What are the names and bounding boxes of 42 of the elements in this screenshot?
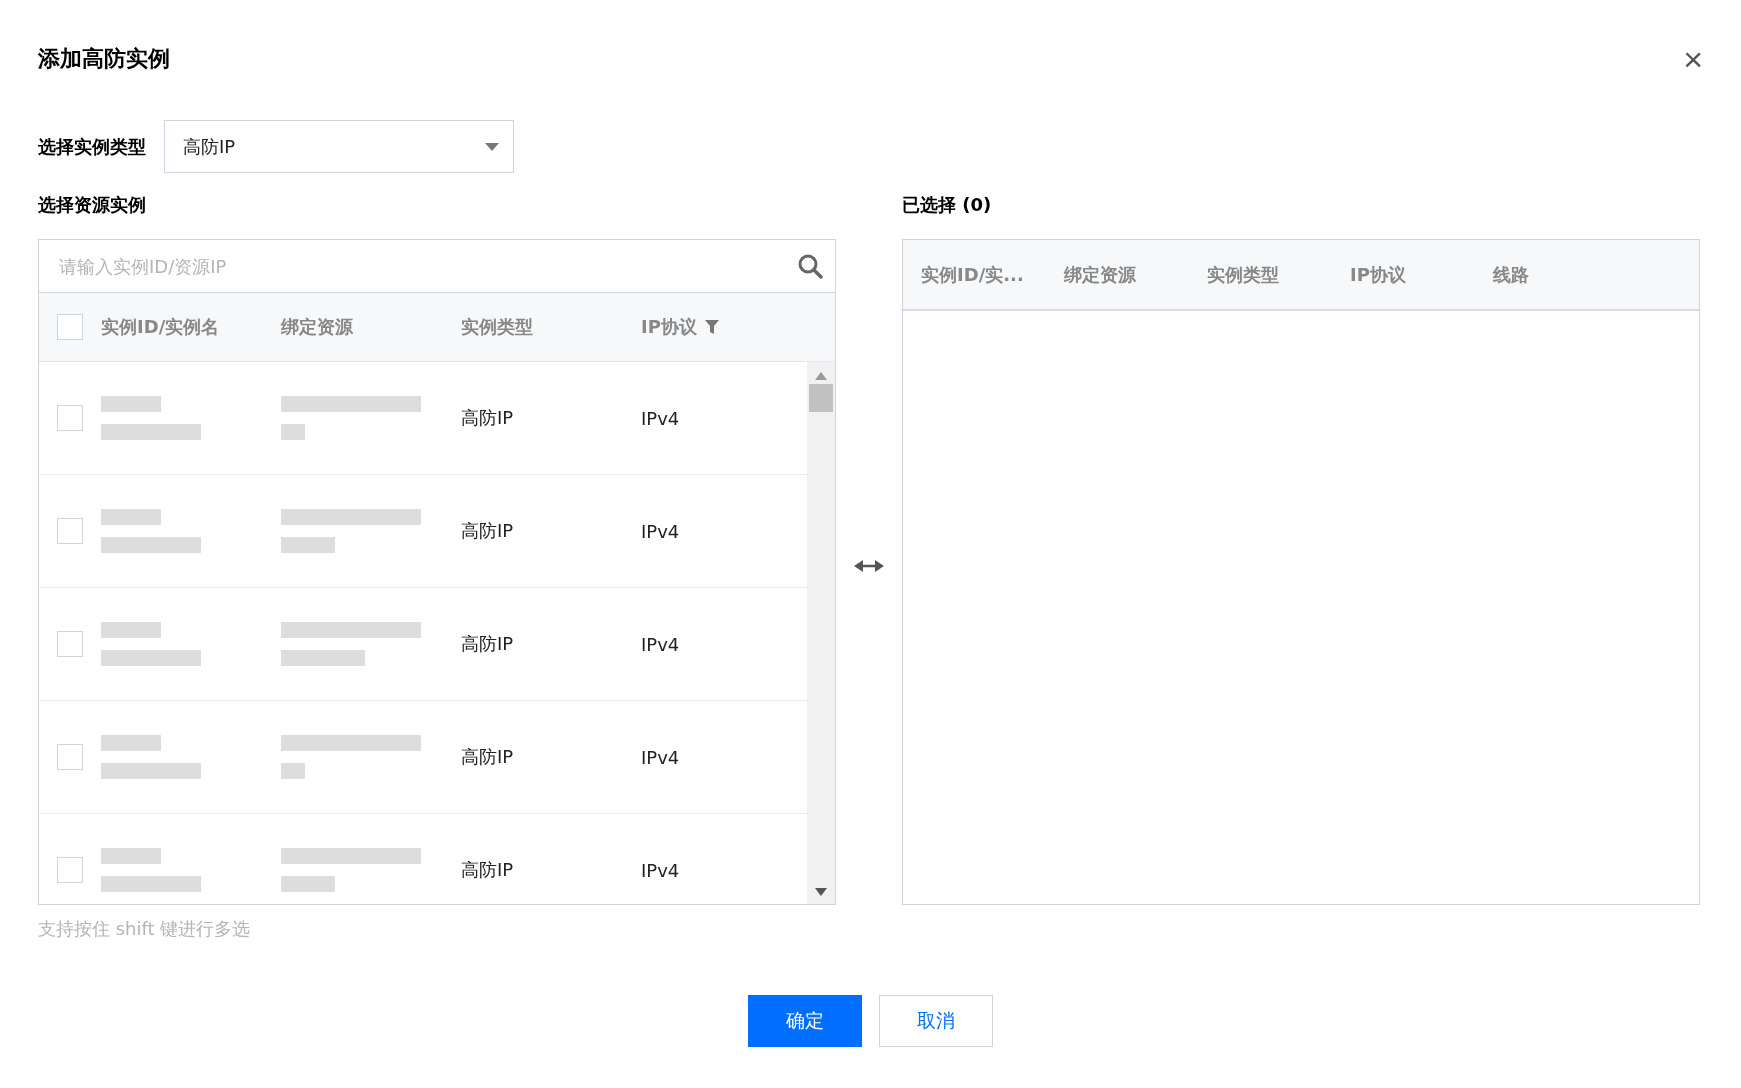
instance-type-dropdown[interactable]: 高防IP xyxy=(164,120,514,173)
filter-icon[interactable] xyxy=(704,320,719,334)
search-icon[interactable] xyxy=(797,253,823,279)
column-header[interactable]: 实例类型 xyxy=(461,315,641,339)
table-cell-text: 高防IP xyxy=(461,519,515,543)
row-checkbox[interactable] xyxy=(57,631,83,657)
row-checkbox[interactable] xyxy=(57,857,83,883)
column-header[interactable]: 实例ID/实例名 xyxy=(101,315,281,339)
cancel-button[interactable]: 取消 xyxy=(879,995,993,1047)
table-cell-text: IPv4 xyxy=(641,746,681,768)
confirm-button[interactable]: 确定 xyxy=(748,995,862,1047)
column-header: 绑定资源 xyxy=(1064,262,1137,287)
hint-text: 支持按住 shift 键进行多选 xyxy=(38,917,252,941)
column-header[interactable]: 绑定资源 xyxy=(281,315,461,339)
column-header: 线路 xyxy=(1493,262,1530,287)
row-checkbox[interactable] xyxy=(57,744,83,770)
column-header: 实例类型 xyxy=(1207,262,1280,287)
scrollbar-thumb[interactable] xyxy=(809,384,833,412)
scroll-down-icon[interactable] xyxy=(815,888,827,896)
table-cell-text: 高防IP xyxy=(461,858,515,882)
close-button[interactable]: × xyxy=(1683,42,1703,76)
row-checkbox[interactable] xyxy=(57,518,83,544)
table-cell-text: 高防IP xyxy=(461,632,515,656)
scroll-up-icon[interactable] xyxy=(815,372,827,380)
section-title: 选择资源实例 xyxy=(38,193,147,217)
section-title: 已选择 (0) xyxy=(902,193,993,217)
select-all-checkbox[interactable] xyxy=(57,314,83,340)
scrollbar[interactable] xyxy=(807,362,835,904)
table-cell-text: 高防IP xyxy=(461,406,515,430)
table-cell-text: IPv4 xyxy=(641,520,681,542)
column-header: IP协议 xyxy=(1350,262,1407,287)
table-cell-text: IPv4 xyxy=(641,633,681,655)
table-cell-text: IPv4 xyxy=(641,859,681,881)
column-header[interactable]: IP协议 xyxy=(641,315,791,339)
table-cell-text: IPv4 xyxy=(641,407,681,429)
table-cell-text: 高防IP xyxy=(461,745,515,769)
column-header: 实例ID/实... xyxy=(921,262,1025,287)
caret-icon xyxy=(485,142,499,151)
dialog-title: 添加高防实例 xyxy=(38,45,170,73)
field-label: 选择实例类型 xyxy=(38,134,146,159)
swap-arrows-icon xyxy=(854,559,884,573)
row-checkbox[interactable] xyxy=(57,405,83,431)
